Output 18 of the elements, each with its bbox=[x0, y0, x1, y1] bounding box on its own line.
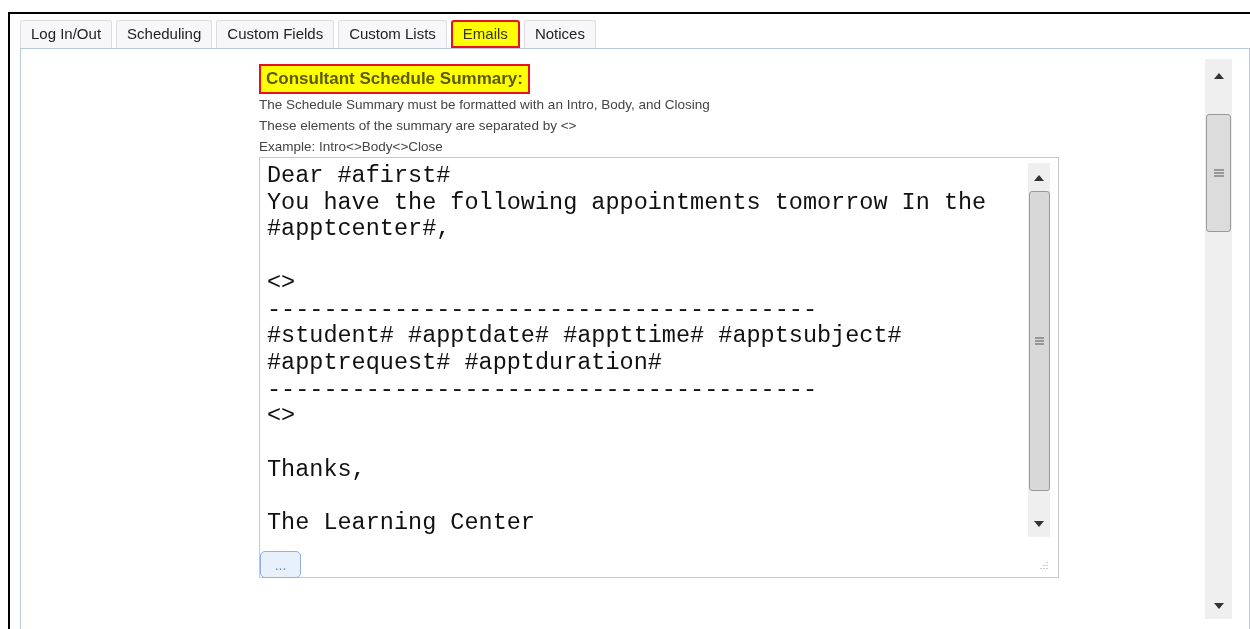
scroll-down-icon[interactable] bbox=[1213, 603, 1224, 609]
tab[interactable]: Log In/Out bbox=[20, 20, 113, 48]
tab[interactable]: Notices bbox=[523, 20, 596, 48]
scroll-up-icon[interactable] bbox=[1213, 73, 1224, 79]
resize-grip-icon[interactable] bbox=[1038, 561, 1048, 571]
tab[interactable]: Custom Lists bbox=[338, 20, 447, 48]
textarea-field[interactable]: Dear #afirst# You have the following appointments tomorrow In the #apptcenter#, <> --------------------------------------- #student# #apptdate# #appttime# #apptsubject# #apptrequest# #apptduration# --------------------------------------- <> Thanks, The Learning Center ... bbox=[259, 157, 1059, 578]
tab[interactable]: Emails bbox=[450, 20, 520, 48]
scroll-down-icon[interactable] bbox=[1034, 521, 1044, 527]
instruction-text: The Schedule Summary must be formatted with an Intro, Body, and Closing bbox=[259, 96, 710, 114]
scroll-up-icon[interactable] bbox=[1034, 175, 1044, 181]
tab[interactable]: Custom Fields bbox=[216, 20, 335, 48]
instruction-text: Example: Intro<>Body<>Close bbox=[259, 138, 443, 156]
section-title: Consultant Schedule Summary: bbox=[259, 64, 530, 94]
scrollbar-thumb[interactable] bbox=[1206, 114, 1231, 232]
scrollbar-thumb[interactable] bbox=[1028, 191, 1050, 491]
instruction-text: These elements of the summary are separated by <> bbox=[259, 117, 577, 135]
tab[interactable]: Scheduling bbox=[116, 20, 213, 48]
